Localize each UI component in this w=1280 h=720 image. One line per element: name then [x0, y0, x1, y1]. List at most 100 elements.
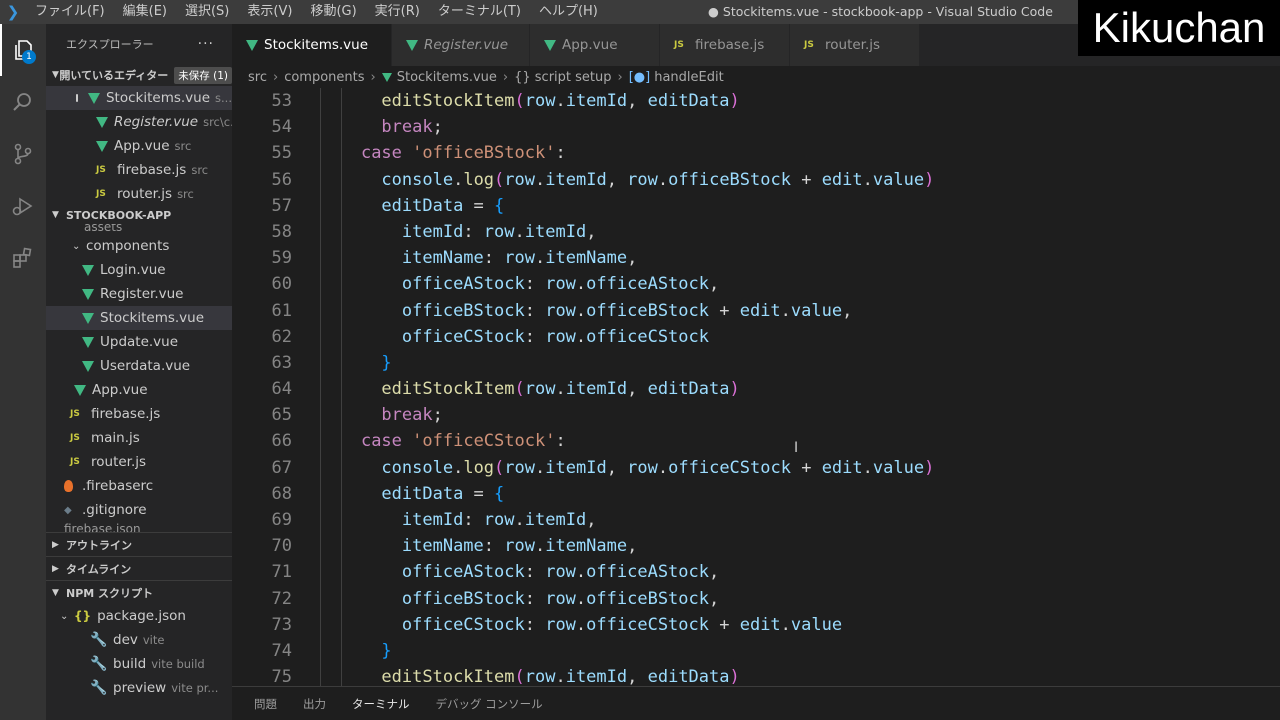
- tab-register[interactable]: Register.vue: [392, 24, 530, 66]
- code-line: case 'officeCStock':: [360, 431, 566, 452]
- search-icon: [13, 93, 31, 111]
- vue-file-icon: [96, 140, 108, 152]
- line-number: 72: [271, 588, 292, 609]
- source-control-icon: [14, 143, 32, 165]
- code-line: break;: [381, 117, 443, 138]
- panel-tab-problems[interactable]: 問題: [254, 687, 277, 720]
- vscode-logo-icon[interactable]: ❯: [0, 0, 26, 24]
- extensions-icon: [13, 247, 32, 268]
- file-firebase-json[interactable]: firebase.json: [46, 522, 232, 532]
- line-number: 70: [271, 536, 292, 557]
- panel-tab-output[interactable]: 出力: [303, 687, 326, 720]
- firebase-file-icon: [64, 480, 73, 492]
- file-firebaserc[interactable]: .firebaserc: [46, 474, 232, 498]
- folder-components[interactable]: ⌄ components: [46, 234, 232, 258]
- npm-script-preview[interactable]: 🔧 preview vite pr...: [46, 676, 232, 700]
- menu-file[interactable]: ファイル(F): [26, 0, 114, 24]
- npm-script-build[interactable]: 🔧 build vite build: [46, 652, 232, 676]
- npm-script-dev[interactable]: 🔧 dev vite: [46, 628, 232, 652]
- breadcrumb-script-setup[interactable]: {} script setup: [514, 70, 611, 85]
- open-editor-firebase[interactable]: JS firebase.js src: [46, 158, 232, 182]
- search-button[interactable]: [0, 76, 46, 128]
- line-number: 58: [271, 221, 292, 242]
- line-number: 61: [271, 300, 292, 321]
- code-line: console.log(row.itemId, row.officeCStock…: [381, 457, 935, 478]
- file-register[interactable]: Register.vue: [46, 282, 232, 306]
- code-line: officeCStock: row.officeCStock + edit.va…: [401, 614, 843, 635]
- code-lines: editStockItem(row.itemId, editData) brea…: [320, 88, 1280, 686]
- open-editor-register[interactable]: Register.vue src\c...: [46, 110, 232, 134]
- unsaved-dot-icon: [76, 94, 78, 102]
- vue-file-icon: [82, 336, 94, 348]
- code-line: itemName: row.itemName,: [401, 248, 638, 269]
- menu-edit[interactable]: 編集(E): [114, 0, 176, 24]
- line-number: 71: [271, 562, 292, 583]
- open-editor-app[interactable]: App.vue src: [46, 134, 232, 158]
- menu-bar: ファイル(F) 編集(E) 選択(S) 表示(V) 移動(G) 実行(R) ター…: [26, 0, 607, 24]
- chevron-down-icon: ▼: [52, 210, 59, 220]
- menu-go[interactable]: 移動(G): [301, 0, 365, 24]
- vue-file-icon: [82, 288, 94, 300]
- project-section[interactable]: ▼ STOCKBOOK-APP: [46, 206, 232, 224]
- chevron-down-icon: ⌄: [72, 240, 81, 252]
- line-number: 64: [271, 379, 292, 400]
- run-debug-button[interactable]: [0, 180, 46, 232]
- chevron-right-icon: ▶: [52, 563, 59, 574]
- file-router[interactable]: JS router.js: [46, 450, 232, 474]
- npm-scripts-section[interactable]: ▼ NPM スクリプト: [46, 580, 232, 604]
- chevron-right-icon: ▶: [52, 539, 59, 550]
- open-editor-stockitems[interactable]: Stockitems.vue s...: [46, 86, 232, 110]
- js-file-icon: JS: [96, 189, 106, 199]
- open-editor-router[interactable]: JS router.js src: [46, 182, 232, 206]
- file-login[interactable]: Login.vue: [46, 258, 232, 282]
- vue-file-icon: [381, 72, 392, 82]
- tab-firebase[interactable]: JS firebase.js: [660, 24, 790, 66]
- menu-run[interactable]: 実行(R): [366, 0, 429, 24]
- code-editor[interactable]: 53 54 55 56 57 58 59 60 61 62 63 64 65 6…: [232, 88, 1280, 686]
- code-line: officeBStock: row.officeBStock + edit.va…: [401, 300, 853, 321]
- source-control-button[interactable]: [0, 128, 46, 180]
- tab-app[interactable]: App.vue: [530, 24, 660, 66]
- more-actions-icon[interactable]: ···: [198, 36, 214, 52]
- panel-tab-terminal[interactable]: ターミナル: [352, 687, 410, 720]
- breadcrumb-components[interactable]: components: [284, 70, 364, 85]
- chevron-down-icon: ⌄: [60, 610, 69, 622]
- npm-package-json[interactable]: ⌄ {} package.json: [46, 604, 232, 628]
- file-gitignore[interactable]: ◆ .gitignore: [46, 498, 232, 522]
- extensions-button[interactable]: [0, 232, 46, 284]
- breadcrumb-handle-edit[interactable]: handleEdit: [654, 70, 723, 85]
- breadcrumb-file[interactable]: Stockitems.vue: [397, 70, 497, 85]
- run-debug-icon: [12, 197, 33, 216]
- menu-selection[interactable]: 選択(S): [176, 0, 238, 24]
- file-app[interactable]: App.vue: [46, 378, 232, 402]
- timeline-section[interactable]: ▶ タイムライン: [46, 556, 232, 580]
- open-editors-section[interactable]: ▼ 開いているエディター 未保存 (1): [46, 64, 232, 86]
- folder-assets[interactable]: assets: [46, 224, 232, 234]
- js-file-icon: JS: [70, 433, 80, 443]
- menu-help[interactable]: ヘルプ(H): [530, 0, 607, 24]
- line-number: 62: [271, 326, 292, 347]
- tab-stockitems[interactable]: Stockitems.vue: [232, 24, 392, 66]
- vue-file-icon: [406, 39, 418, 51]
- file-userdata[interactable]: Userdata.vue: [46, 354, 232, 378]
- outline-section[interactable]: ▶ アウトライン: [46, 532, 232, 556]
- explorer-button[interactable]: 1: [0, 24, 46, 76]
- code-line: editStockItem(row.itemId, editData): [381, 667, 740, 686]
- vue-file-icon: [74, 384, 86, 396]
- js-file-icon: JS: [804, 40, 814, 50]
- window-title: ● Stockitems.vue - stockbook-app - Visua…: [708, 4, 1053, 19]
- line-number: 68: [271, 483, 292, 504]
- code-line: officeBStock: row.officeBStock,: [401, 588, 720, 609]
- menu-view[interactable]: 表示(V): [238, 0, 301, 24]
- menu-terminal[interactable]: ターミナル(T): [429, 0, 530, 24]
- panel-tab-debug-console[interactable]: デバッグ コンソール: [436, 687, 543, 720]
- chevron-down-icon: ▼: [52, 587, 59, 598]
- file-update[interactable]: Update.vue: [46, 330, 232, 354]
- file-firebase[interactable]: JS firebase.js: [46, 402, 232, 426]
- file-stockitems[interactable]: Stockitems.vue: [46, 306, 232, 330]
- file-main[interactable]: JS main.js: [46, 426, 232, 450]
- chevron-right-icon: ›: [370, 69, 376, 85]
- tab-router[interactable]: JS router.js: [790, 24, 920, 66]
- code-line: itemId: row.itemId,: [401, 510, 597, 530]
- breadcrumb-src[interactable]: src: [248, 70, 267, 85]
